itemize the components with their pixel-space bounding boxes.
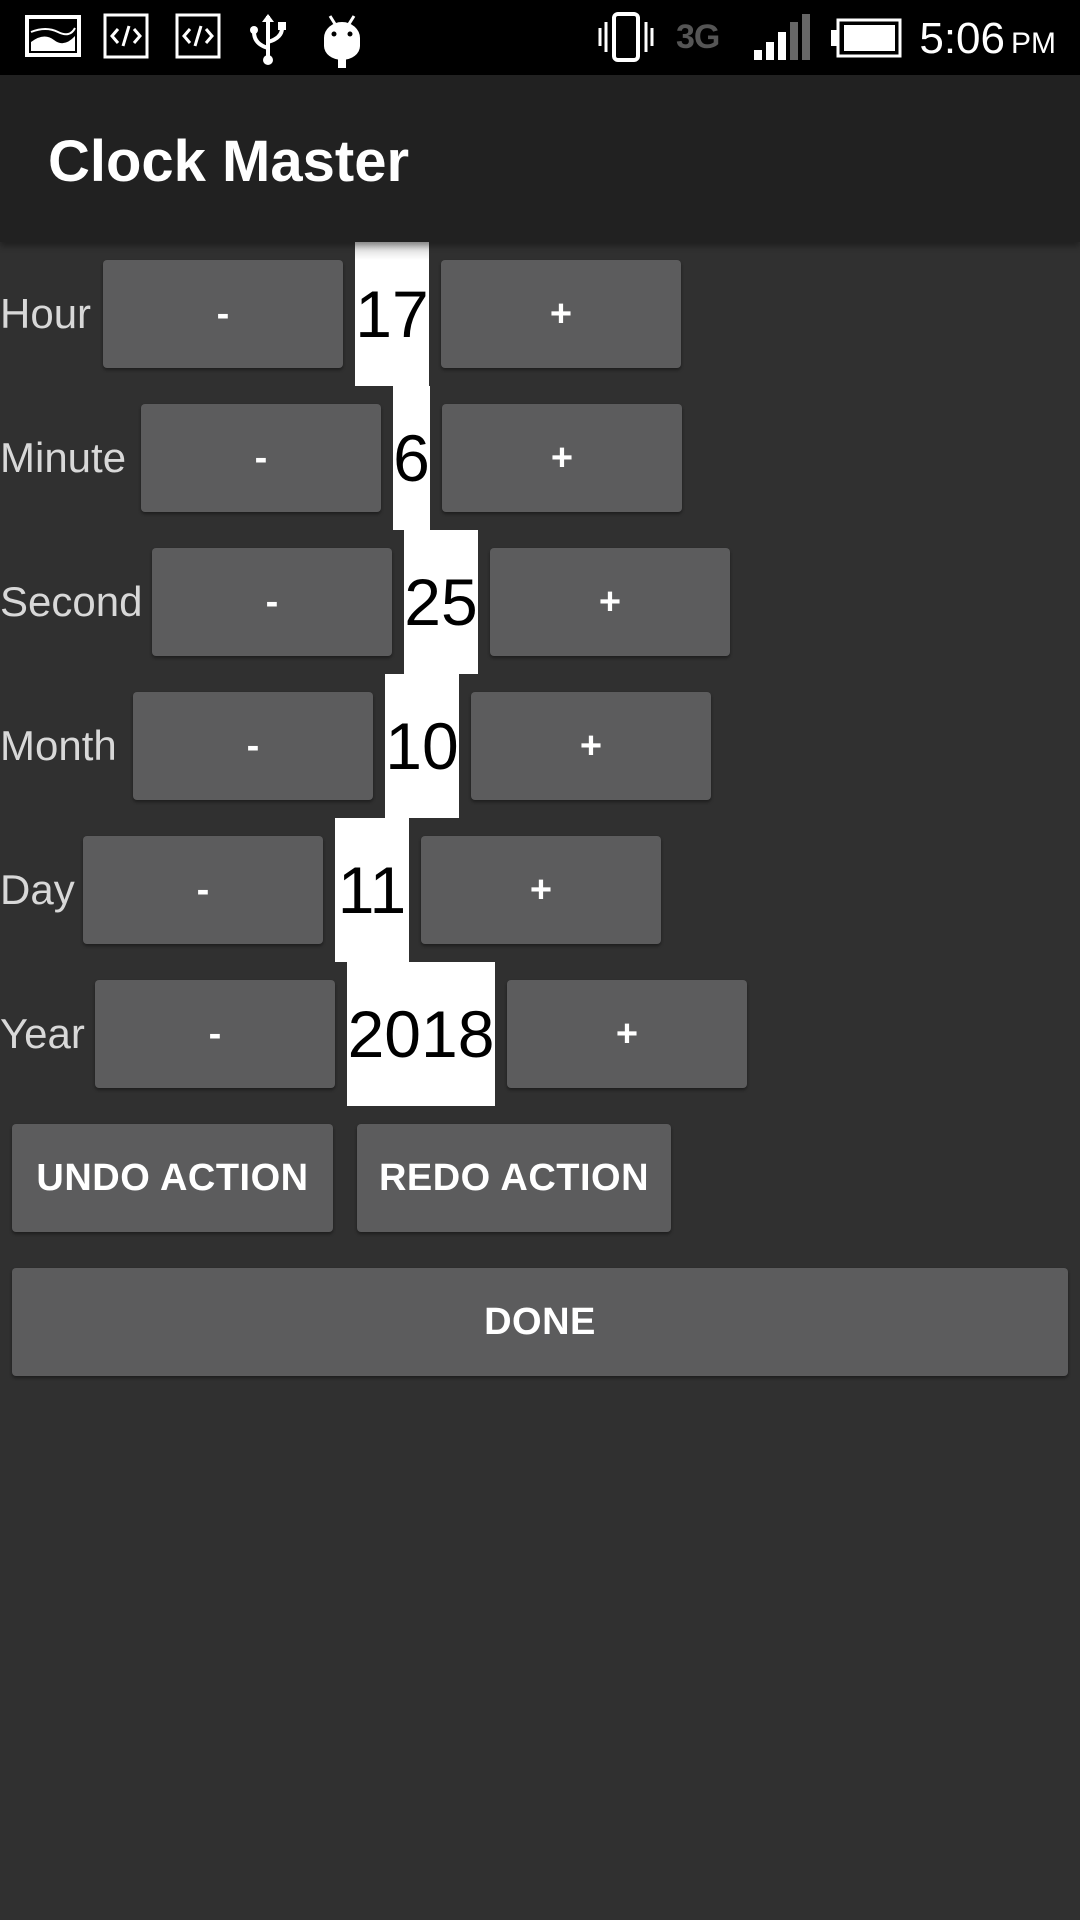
second-decrement-button[interactable]: - xyxy=(152,548,392,656)
year-label: Year xyxy=(0,1010,85,1057)
clock-ampm: PM xyxy=(1011,27,1056,60)
clock: 5:06 PM xyxy=(919,14,1056,64)
done-button[interactable]: DONE xyxy=(12,1268,1068,1376)
minute-value[interactable]: 6 xyxy=(393,386,430,530)
minute-decrement-button[interactable]: - xyxy=(141,404,381,512)
redo-action-button[interactable]: REDO ACTION xyxy=(357,1124,671,1232)
year-increment-button[interactable]: + xyxy=(507,980,747,1088)
month-row: Month - 10 + xyxy=(0,674,1080,818)
minute-label: Minute xyxy=(0,434,127,481)
status-bar: 3G 5:06 PM xyxy=(0,0,1080,75)
vibrate-icon xyxy=(598,12,654,62)
second-row: Second - 25 + xyxy=(0,530,1080,674)
day-row: Day - 11 + xyxy=(0,818,1080,962)
month-increment-button[interactable]: + xyxy=(471,692,711,800)
hour-value[interactable]: 17 xyxy=(355,242,429,386)
month-decrement-button[interactable]: - xyxy=(133,692,373,800)
android-debug-icon xyxy=(324,15,360,68)
day-value[interactable]: 11 xyxy=(335,818,409,962)
year-value[interactable]: 2018 xyxy=(347,962,495,1106)
second-increment-button[interactable]: + xyxy=(490,548,730,656)
network-type: 3G xyxy=(676,18,720,56)
hour-label: Hour xyxy=(0,290,92,337)
second-label: Second xyxy=(0,578,143,625)
month-label: Month xyxy=(0,722,117,769)
battery-icon xyxy=(831,18,902,58)
app-bar: Clock Master xyxy=(0,75,1080,242)
clock-time: 5:06 xyxy=(919,14,1005,63)
code-icon xyxy=(103,13,149,59)
app-title: Clock Master xyxy=(48,129,410,194)
minute-row: Minute - 6 + xyxy=(0,386,1080,530)
month-value[interactable]: 10 xyxy=(385,674,459,818)
code-icon xyxy=(175,13,221,59)
gallery-icon xyxy=(25,15,81,57)
day-increment-button[interactable]: + xyxy=(421,836,661,944)
year-row: Year - 2018 + xyxy=(0,962,1080,1106)
hour-row: Hour - 17 + xyxy=(0,242,1080,386)
second-value[interactable]: 25 xyxy=(404,530,478,674)
day-decrement-button[interactable]: - xyxy=(83,836,323,944)
undo-action-button[interactable]: UNDO ACTION xyxy=(12,1124,333,1232)
signal-icon xyxy=(754,14,810,60)
minute-increment-button[interactable]: + xyxy=(442,404,682,512)
hour-decrement-button[interactable]: - xyxy=(103,260,343,368)
year-decrement-button[interactable]: - xyxy=(95,980,335,1088)
day-label: Day xyxy=(0,866,75,913)
hour-increment-button[interactable]: + xyxy=(441,260,681,368)
usb-icon xyxy=(250,14,286,65)
